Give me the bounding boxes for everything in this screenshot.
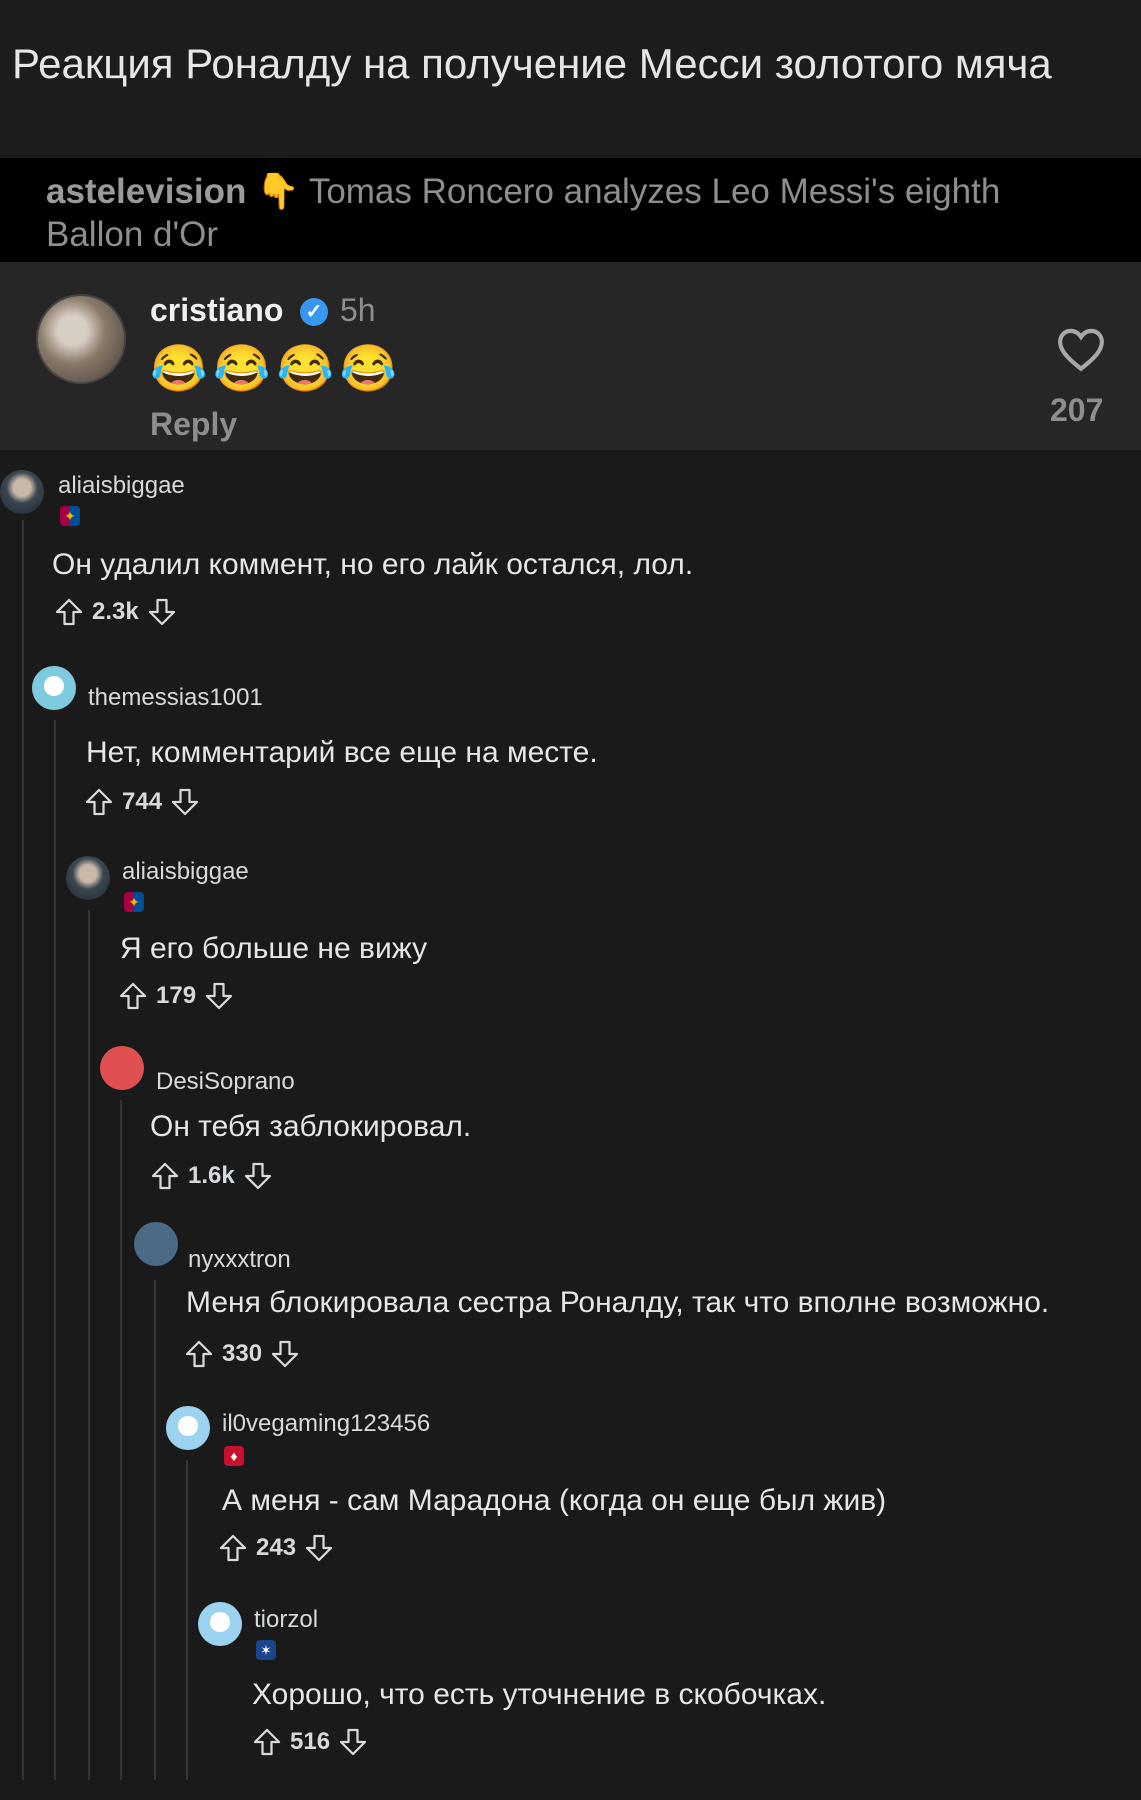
avatar[interactable] [32, 666, 76, 710]
score: 330 [222, 1340, 263, 1367]
vote-bar: 179 [118, 978, 234, 1014]
pointing-down-emoji: 👇 [256, 172, 300, 211]
crystal-palace-crest-icon: ✶ [256, 1640, 276, 1660]
thread-line[interactable] [22, 520, 24, 1780]
comment-username: cristiano [150, 292, 284, 328]
score: 744 [122, 788, 163, 815]
post-header: Реакция Роналду на получение Месси золот… [0, 0, 1141, 158]
comment-username[interactable]: aliaisbiggae [122, 858, 249, 886]
vote-bar: 744 [84, 784, 200, 820]
comment-text: Нет, комментарий все еще на месте. [86, 736, 598, 769]
avatar[interactable] [100, 1046, 144, 1090]
vote-bar: 243 [218, 1530, 334, 1566]
upvote-icon[interactable] [118, 981, 148, 1011]
heart-icon [1058, 328, 1104, 372]
score: 2.3k [92, 598, 139, 625]
cristiano-avatar [36, 294, 126, 384]
comment-text: Меня блокировала сестра Роналду, так что… [186, 1286, 1050, 1319]
comment-username[interactable]: DesiSoprano [156, 1068, 295, 1096]
comment-username[interactable]: nyxxxtron [188, 1246, 291, 1274]
caption-username: astelevision [46, 172, 247, 211]
comment-text: Хорошо, что есть уточнение в скобочках. [252, 1678, 827, 1711]
post-title: Реакция Роналду на получение Месси золот… [12, 40, 1052, 87]
liverpool-crest-icon: ♦ [224, 1446, 244, 1466]
score: 1.6k [188, 1162, 235, 1189]
downvote-icon[interactable] [170, 787, 200, 817]
comment-text: Он тебя заблокировал. [150, 1110, 472, 1143]
barcelona-crest-icon: ✦ [124, 892, 144, 912]
comment-username[interactable]: themessias1001 [88, 684, 263, 712]
downvote-icon[interactable] [338, 1727, 368, 1757]
upvote-icon[interactable] [54, 597, 84, 627]
thread-line[interactable] [54, 720, 56, 1780]
barcelona-crest-icon: ✦ [60, 506, 80, 526]
avatar[interactable] [0, 470, 44, 514]
vote-bar: 2.3k [54, 594, 177, 630]
verified-check-icon: ✓ [300, 298, 328, 326]
downvote-icon[interactable] [304, 1533, 334, 1563]
score: 179 [156, 982, 197, 1009]
comment-text: Он удалил коммент, но его лайк остался, … [52, 548, 694, 581]
avatar[interactable] [66, 856, 110, 900]
comment-username[interactable]: tiorzol [254, 1606, 318, 1634]
downvote-icon[interactable] [270, 1339, 300, 1369]
score: 243 [256, 1534, 297, 1561]
instagram-screenshot: astelevision 👇 Tomas Roncero analyzes Le… [0, 158, 1141, 450]
upvote-icon[interactable] [184, 1339, 214, 1369]
like-count: 207 [1050, 392, 1104, 428]
upvote-icon[interactable] [84, 787, 114, 817]
avatar[interactable] [134, 1222, 178, 1266]
comment-time: 5h [340, 292, 376, 328]
vote-bar: 330 [184, 1336, 300, 1372]
reply-link: Reply [150, 406, 238, 442]
comment-username[interactable]: il0vegaming123456 [222, 1410, 430, 1438]
upvote-icon[interactable] [252, 1727, 282, 1757]
thread-line[interactable] [88, 910, 90, 1780]
downvote-icon[interactable] [243, 1161, 273, 1191]
thread-line[interactable] [120, 1100, 122, 1780]
avatar[interactable] [166, 1406, 210, 1450]
score: 516 [290, 1728, 331, 1755]
upvote-icon[interactable] [218, 1533, 248, 1563]
thread-line[interactable] [154, 1280, 156, 1780]
vote-bar: 516 [252, 1724, 368, 1760]
downvote-icon[interactable] [204, 981, 234, 1011]
comment-username[interactable]: aliaisbiggae [58, 472, 185, 500]
avatar[interactable] [198, 1602, 242, 1646]
thread-line[interactable] [186, 1460, 188, 1780]
comment-text: Я его больше не вижу [120, 932, 428, 965]
instagram-caption: astelevision 👇 Tomas Roncero analyzes Le… [0, 158, 1141, 262]
comment-emoji-text: 😂😂😂😂 [150, 342, 404, 394]
vote-bar: 1.6k [150, 1158, 273, 1194]
upvote-icon[interactable] [150, 1161, 180, 1191]
comment-text: А меня - сам Марадона (когда он еще был … [222, 1484, 887, 1517]
downvote-icon[interactable] [147, 597, 177, 627]
